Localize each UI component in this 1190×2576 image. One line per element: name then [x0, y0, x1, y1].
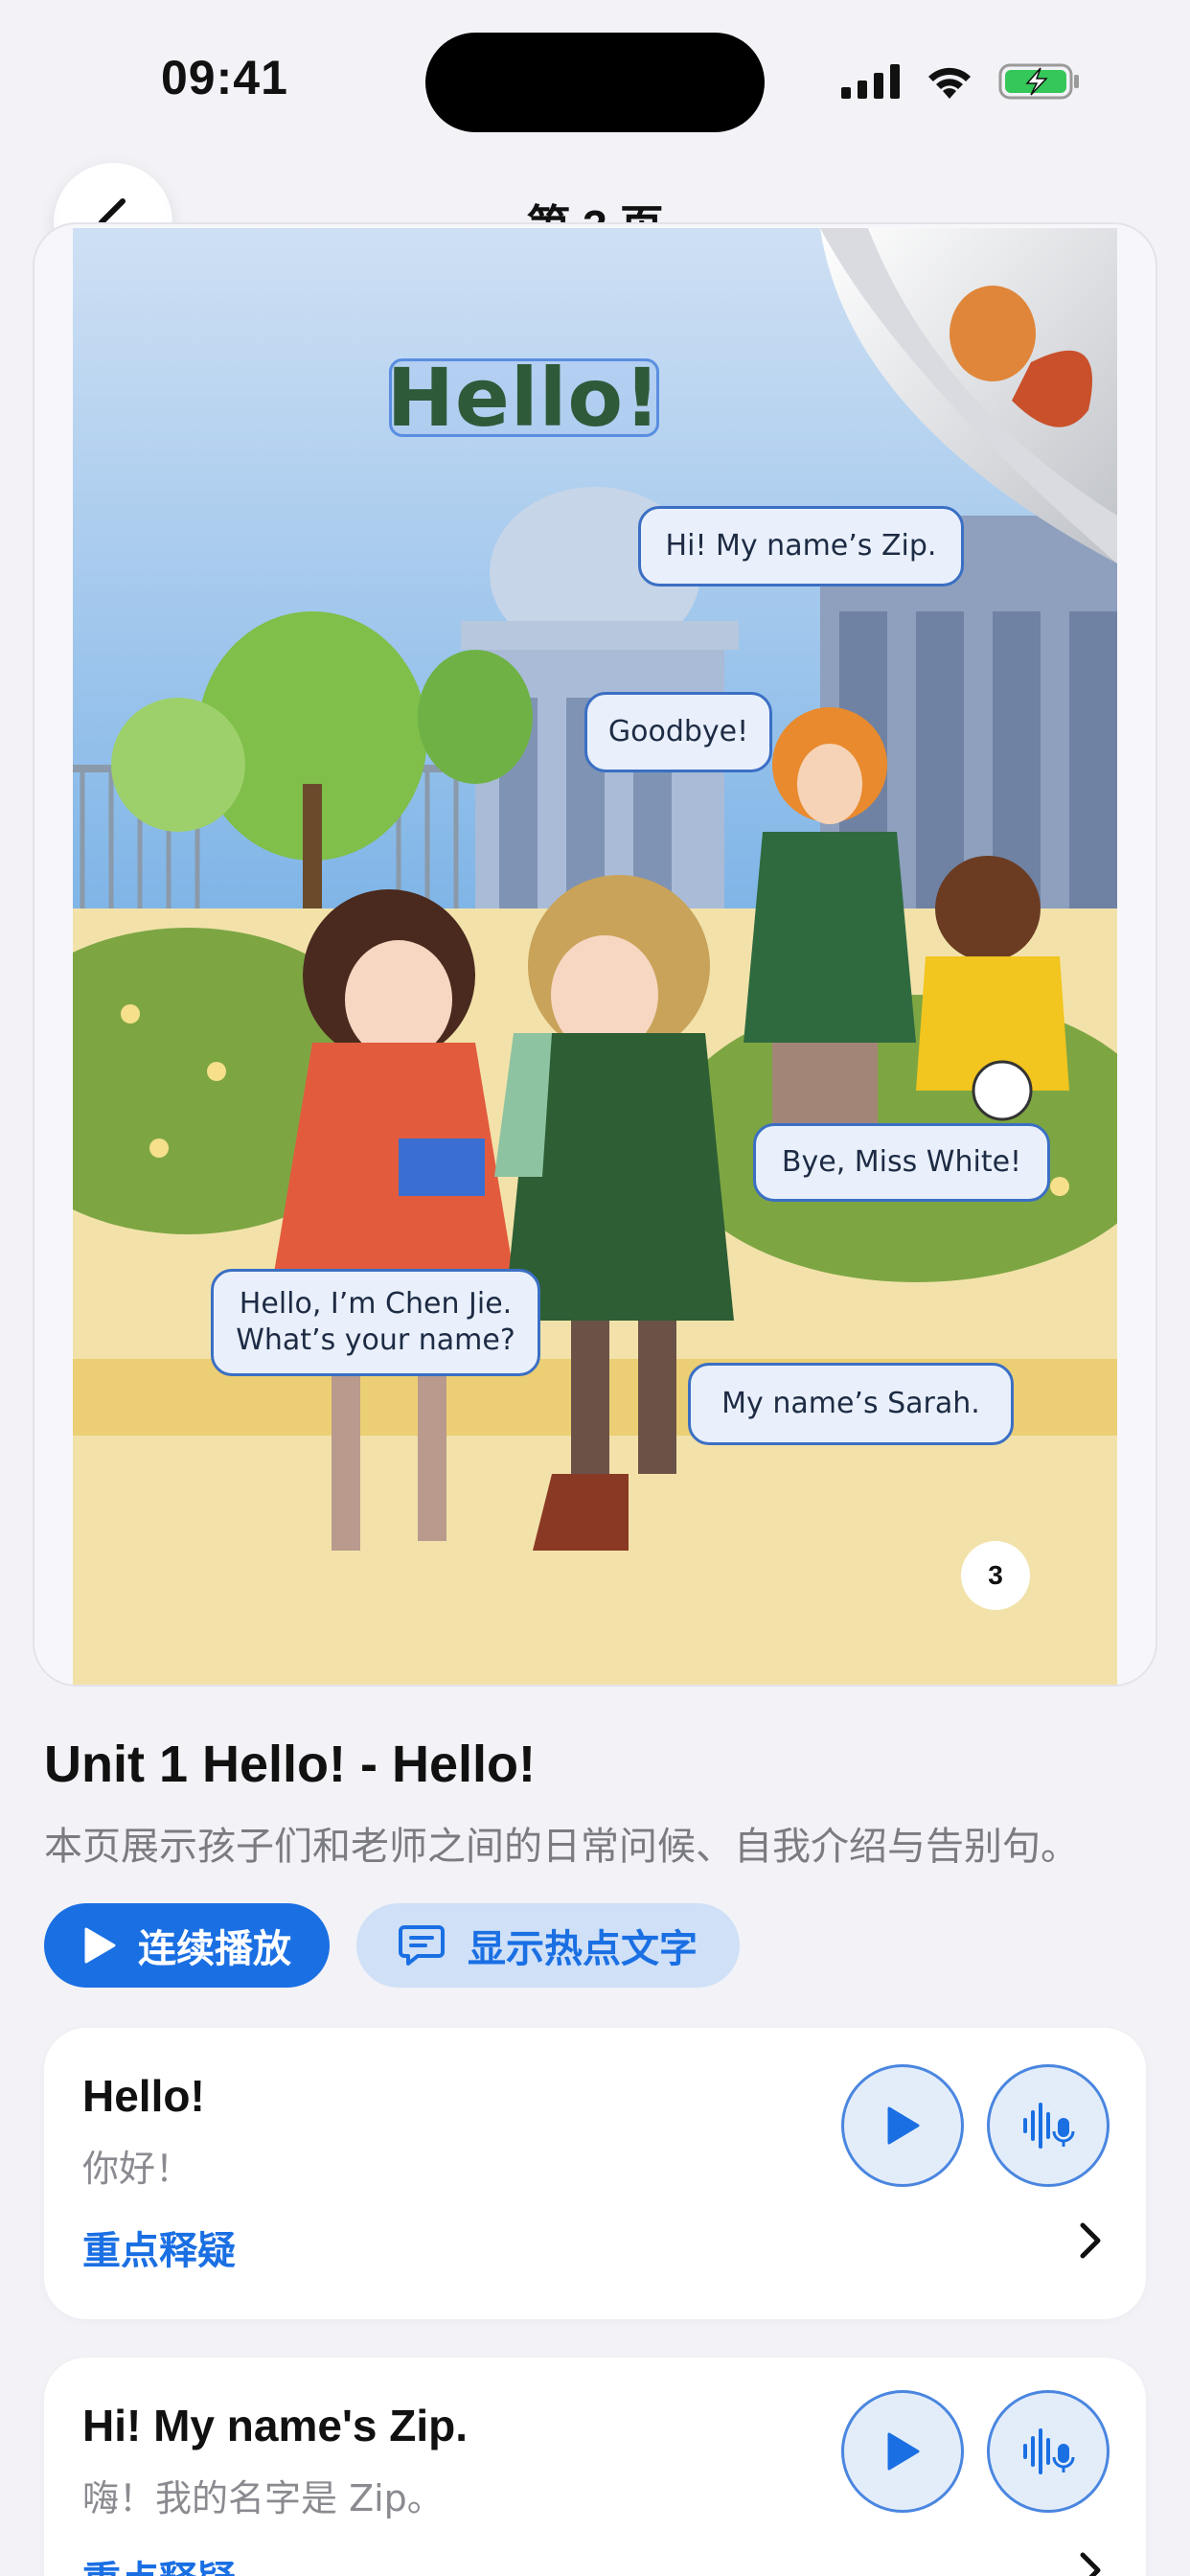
speech-bubble-sarah[interactable]: My name’s Sarah. [688, 1363, 1014, 1445]
sentence-card[interactable]: Hi! My name's Zip. 嗨！我的名字是 Zip。 重点释疑 [44, 2358, 1146, 2576]
speech-bubble-goodbye[interactable]: Goodbye! [584, 692, 772, 772]
play-sentence-button[interactable] [841, 2064, 964, 2187]
speech-bubble-chen-jie[interactable]: Hello, I’m Chen Jie. What’s your name? [211, 1269, 540, 1376]
sentence-chinese: 嗨！我的名字是 Zip。 [82, 2477, 444, 2519]
record-voice-button[interactable] [987, 2064, 1110, 2187]
status-bar: 09:41 [0, 0, 1190, 163]
speech-bubble-bye-miss-white[interactable]: Bye, Miss White! [753, 1123, 1050, 1202]
play-icon [84, 1927, 116, 1964]
show-hotspot-text-label: 显示热点文字 [468, 1927, 698, 1971]
book-page-illustration[interactable]: Hello! Hi! My name’s Zip. Goodbye! Bye, … [73, 228, 1117, 1685]
sentence-english: Hi! My name's Zip. [82, 2401, 469, 2450]
lesson-description: 本页展示孩子们和老师之间的日常问候、自我介绍与告别句。 [44, 1825, 1079, 1869]
sentence-chinese: 你好！ [82, 2148, 193, 2190]
book-title-hotspot[interactable]: Hello! [387, 351, 661, 445]
record-voice-button[interactable] [987, 2390, 1110, 2513]
key-points-link[interactable]: 重点释疑 [82, 2220, 236, 2275]
signal-icon [841, 64, 900, 99]
lesson-title: Unit 1 Hello! - Hello! [44, 1736, 536, 1793]
play-all-label: 连续播放 [138, 1927, 291, 1971]
wifi-icon [928, 67, 971, 99]
play-icon [887, 2106, 920, 2145]
chevron-right-icon[interactable] [1071, 2551, 1110, 2576]
dynamic-island [425, 33, 765, 132]
key-points-link[interactable]: 重点释疑 [82, 2549, 236, 2576]
battery-charging-icon [998, 63, 1079, 100]
status-icons [841, 59, 1081, 104]
message-icon [399, 1925, 445, 1966]
speech-bubble-zip[interactable]: Hi! My name’s Zip. [638, 506, 964, 586]
voice-record-icon [1023, 2428, 1075, 2474]
book-page-number: 3 [961, 1541, 1030, 1610]
play-icon [887, 2432, 920, 2471]
play-all-button[interactable]: 连续播放 [44, 1903, 330, 1988]
sentence-card[interactable]: Hello! 你好！ 重点释疑 [44, 2028, 1146, 2319]
play-sentence-button[interactable] [841, 2390, 964, 2513]
voice-record-icon [1023, 2103, 1075, 2149]
illustration-art [73, 228, 1117, 1685]
show-hotspot-text-button[interactable]: 显示热点文字 [356, 1903, 740, 1988]
sentence-english: Hello! [82, 2071, 205, 2121]
chevron-right-icon[interactable] [1071, 2221, 1110, 2260]
status-time: 09:41 [161, 51, 288, 104]
